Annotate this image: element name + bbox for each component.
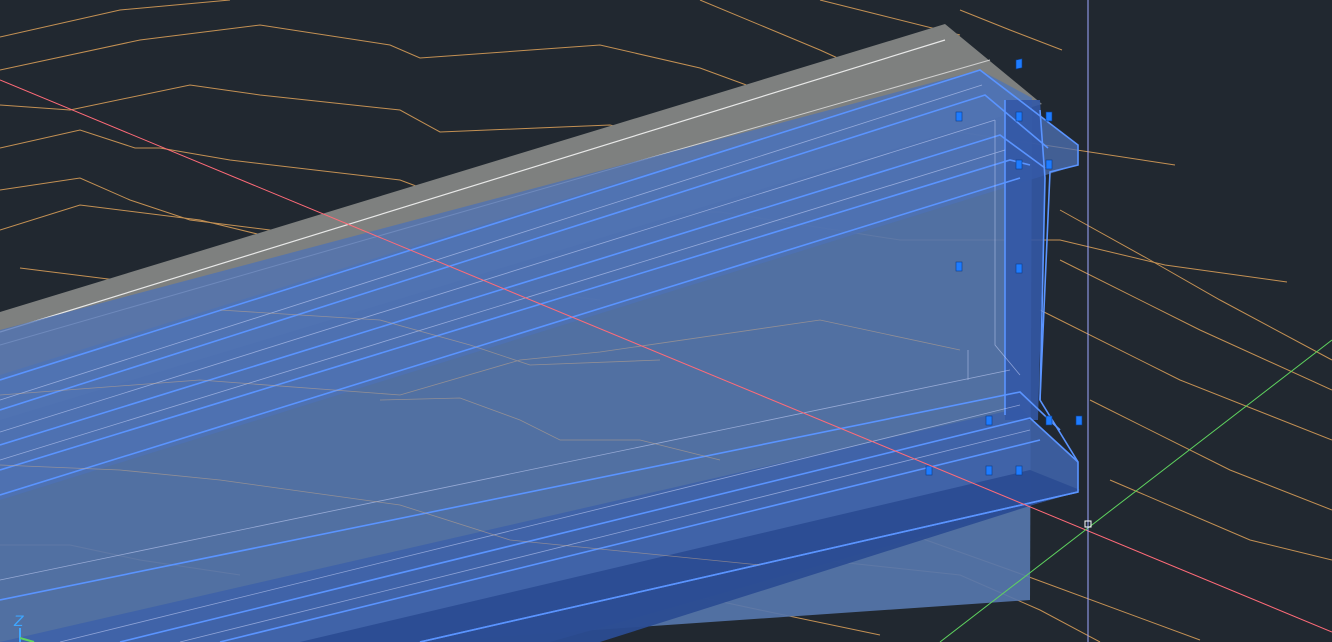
cad-3d-viewport[interactable]: Z [0, 0, 1332, 642]
ucs-z-label: Z [14, 614, 24, 630]
crosshair-cursor [1084, 0, 1092, 642]
